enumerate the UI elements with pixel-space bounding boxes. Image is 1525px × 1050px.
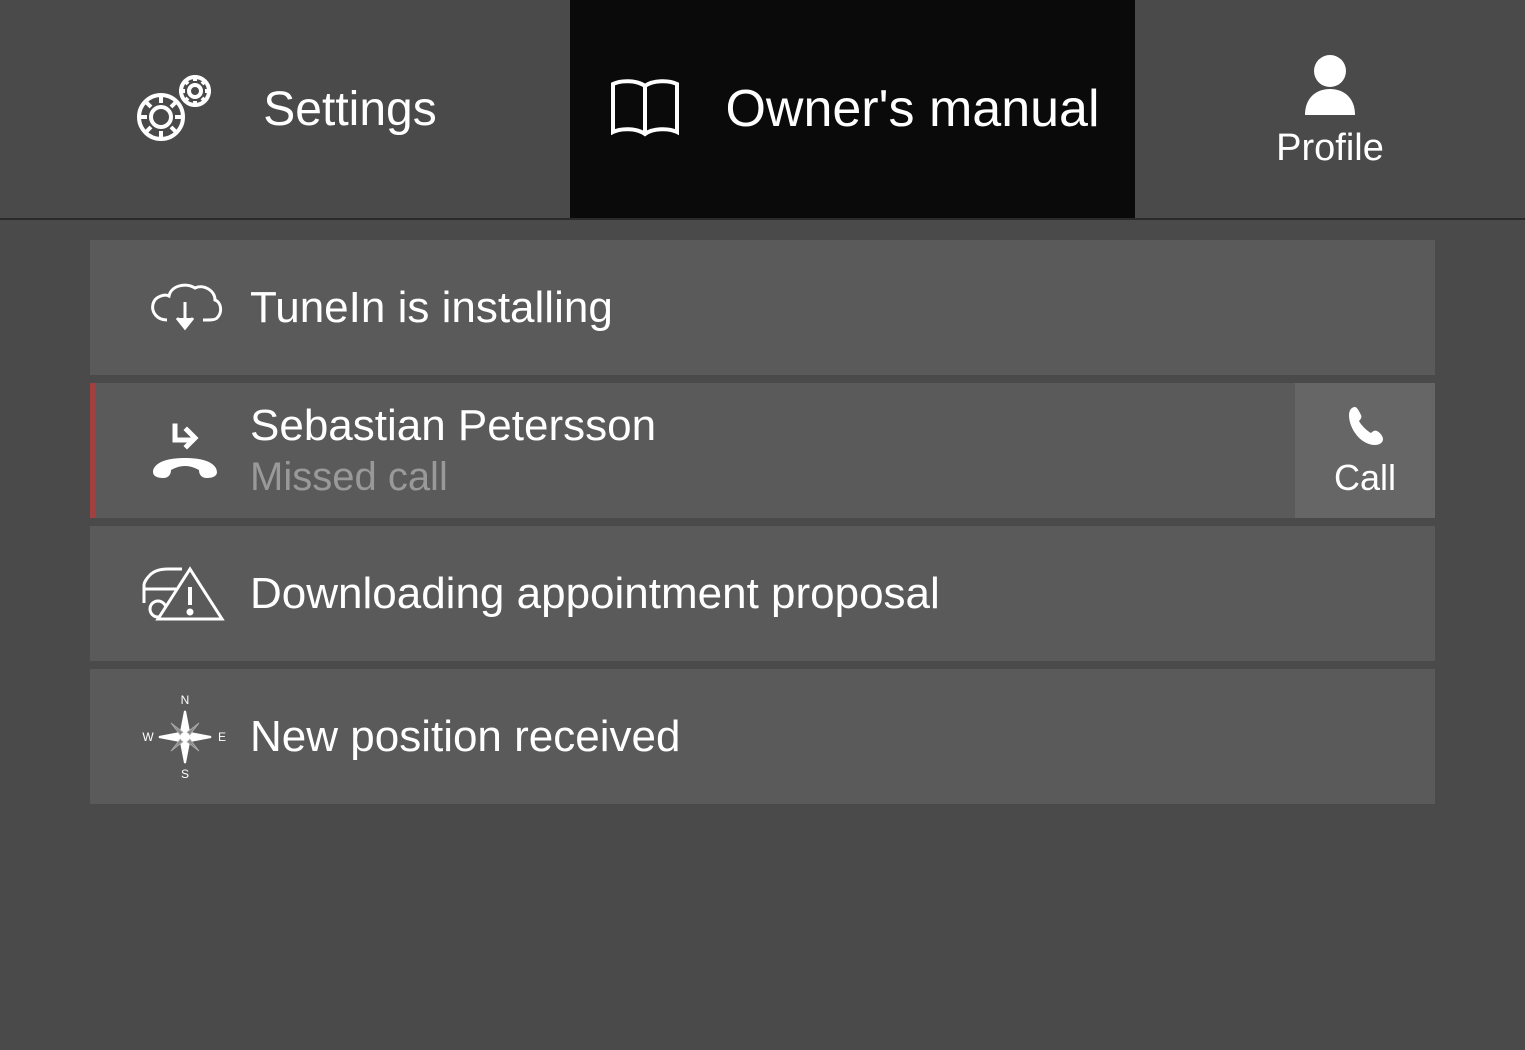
owners-manual-label: Owner's manual	[725, 79, 1099, 139]
notification-title: Downloading appointment proposal	[250, 569, 1405, 619]
notification-text: TuneIn is installing	[250, 283, 1405, 333]
tab-profile[interactable]: Profile	[1135, 0, 1525, 218]
notification-title: Sebastian Petersson	[250, 401, 1295, 451]
phone-icon	[1345, 403, 1385, 449]
profile-label: Profile	[1276, 127, 1384, 170]
notification-item[interactable]: N S W E New position received	[90, 669, 1435, 804]
call-button[interactable]: Call	[1295, 383, 1435, 518]
compass-icon: N S W E	[120, 692, 250, 782]
notification-title: New position received	[250, 712, 1405, 762]
svg-text:N: N	[181, 693, 190, 707]
gears-icon	[133, 69, 223, 149]
notification-title: TuneIn is installing	[250, 283, 1405, 333]
notification-text: New position received	[250, 712, 1405, 762]
svg-text:E: E	[218, 730, 226, 744]
notification-text: Downloading appointment proposal	[250, 569, 1405, 619]
call-label: Call	[1334, 457, 1396, 499]
cloud-download-icon	[120, 278, 250, 338]
profile-icon	[1295, 49, 1365, 119]
missed-call-icon	[120, 416, 250, 486]
svg-text:W: W	[142, 730, 154, 744]
notification-item-missed-call[interactable]: Sebastian Petersson Missed call Call	[90, 383, 1435, 518]
notification-subtitle: Missed call	[250, 455, 1295, 500]
header-bar: Settings Owner's manual Profile	[0, 0, 1525, 220]
notification-item[interactable]: Downloading appointment proposal	[90, 526, 1435, 661]
book-icon	[605, 74, 685, 144]
svg-text:S: S	[181, 767, 189, 781]
tab-settings[interactable]: Settings	[0, 0, 570, 218]
car-warning-icon	[120, 559, 250, 629]
notification-text: Sebastian Petersson Missed call	[250, 401, 1295, 500]
notification-item[interactable]: TuneIn is installing	[90, 240, 1435, 375]
tab-owners-manual[interactable]: Owner's manual	[570, 0, 1135, 218]
settings-label: Settings	[263, 82, 436, 137]
notifications-list: TuneIn is installing Sebastian Petersson…	[0, 220, 1525, 804]
